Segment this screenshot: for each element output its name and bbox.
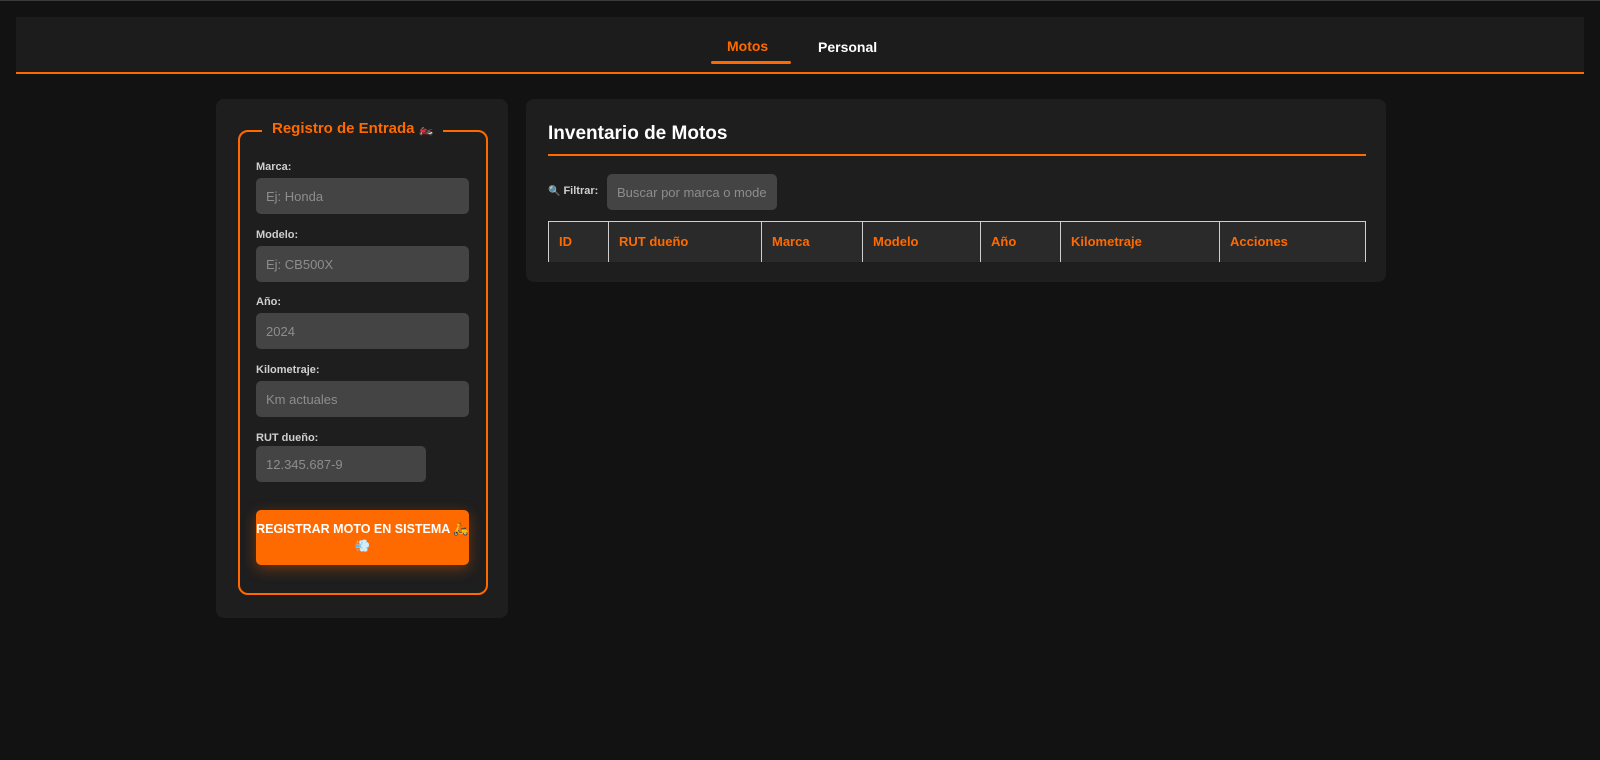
window-top-border xyxy=(0,0,1600,1)
filter-label-text: Filtrar: xyxy=(563,185,599,197)
inventory-card: Inventario de Motos 🔍Filtrar: ID RUT due… xyxy=(526,99,1386,282)
register-moto-button[interactable]: REGISTRAR MOTO EN SISTEMA 🛵💨 xyxy=(256,510,469,565)
modelo-label: Modelo: xyxy=(256,229,299,241)
motorcycle-icon: 🏍️ xyxy=(418,122,434,136)
tab-personal[interactable]: Personal xyxy=(818,39,877,55)
inventory-title: Inventario de Motos xyxy=(548,123,728,144)
top-navigation: Motos Personal xyxy=(16,17,1584,74)
registration-legend: Registro de Entrada 🏍️ xyxy=(262,120,444,137)
inventory-table: ID RUT dueño Marca Modelo Año Kilometraj… xyxy=(548,221,1366,262)
table-header-row: ID RUT dueño Marca Modelo Año Kilometraj… xyxy=(548,221,1366,262)
filter-input[interactable] xyxy=(607,174,777,210)
anio-label: Año: xyxy=(256,296,282,308)
column-header-marca[interactable]: Marca xyxy=(761,221,863,262)
rut-label: RUT dueño: xyxy=(256,432,319,444)
column-header-id[interactable]: ID xyxy=(548,221,609,262)
kilometraje-label: Kilometraje: xyxy=(256,364,320,376)
modelo-input[interactable] xyxy=(256,246,469,282)
marca-input[interactable] xyxy=(256,178,469,214)
kilometraje-input[interactable] xyxy=(256,381,469,417)
column-header-rut[interactable]: RUT dueño xyxy=(608,221,762,262)
column-header-kilometraje[interactable]: Kilometraje xyxy=(1060,221,1220,262)
active-tab-indicator xyxy=(711,61,791,64)
registration-card: Registro de Entrada🏍️ Marca: Modelo: Año… xyxy=(216,99,508,618)
anio-input[interactable] xyxy=(256,313,469,349)
column-header-modelo[interactable]: Modelo xyxy=(862,221,981,262)
marca-label: Marca: xyxy=(256,161,292,173)
rut-input[interactable] xyxy=(256,446,426,482)
filter-label: 🔍 Filtrar: xyxy=(548,185,598,197)
column-header-acciones[interactable]: Acciones xyxy=(1219,221,1366,262)
column-header-anio[interactable]: Año xyxy=(980,221,1061,262)
tab-motos[interactable]: Motos xyxy=(727,38,768,54)
registration-fieldset: Registro de Entrada🏍️ Marca: Modelo: Año… xyxy=(238,120,488,595)
title-divider xyxy=(548,154,1366,156)
search-icon: 🔍 xyxy=(548,186,561,197)
legend-text: Registro de Entrada xyxy=(272,120,415,137)
